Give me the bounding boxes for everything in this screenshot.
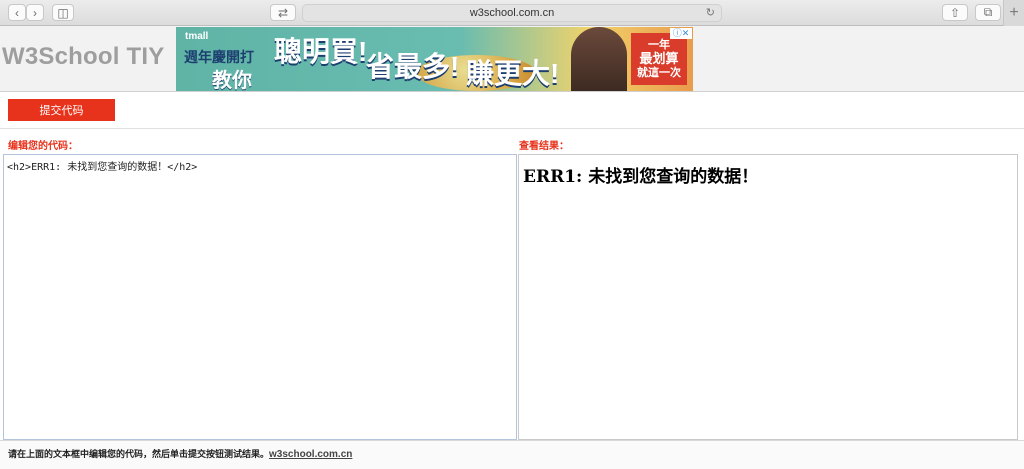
forward-icon[interactable]: › <box>26 4 44 21</box>
submit-code-button[interactable]: 提交代码 <box>8 99 115 121</box>
ad-banner[interactable]: tmall 週年慶開打 教你 聰明買! 省最多! 賺更大! 一年 最划算 就這一… <box>176 27 693 91</box>
code-editor[interactable]: <h2>ERR1: 未找到您查询的数据！</h2> <box>3 154 517 440</box>
ad-person-image <box>571 27 627 91</box>
ad-brand: tmall <box>185 31 209 42</box>
result-pane: ERR1: 未找到您查询的数据！ <box>518 154 1018 440</box>
reload-icon[interactable]: ↻ <box>706 6 715 19</box>
result-heading: ERR1: 未找到您查询的数据！ <box>523 167 759 187</box>
ad-box-line3: 就這一次 <box>637 67 681 79</box>
tabs-overview-icon[interactable]: ⧉ <box>975 4 1001 21</box>
back-icon[interactable]: ‹ <box>8 4 26 21</box>
result-label: 查看结果： <box>519 141 569 152</box>
footer-text: 请在上面的文本框中编辑您的代码，然后单击提交按钮测试结果。w3school.co… <box>8 447 352 460</box>
sidebar-icon[interactable]: ◫ <box>52 4 74 21</box>
new-tab-icon[interactable]: + <box>1003 0 1024 26</box>
ad-headline-2: 省最多! <box>366 51 460 82</box>
ad-box-line1: 一年 <box>648 39 670 51</box>
ad-headline-1: 聰明買! <box>274 36 368 67</box>
page-header: W3School TIY tmall 週年慶開打 教你 聰明買! 省最多! 賺更… <box>0 26 1024 92</box>
ad-promo-box: 一年 最划算 就這一次 <box>631 33 687 85</box>
footer-instruction: 请在上面的文本框中编辑您的代码，然后单击提交按钮测试结果。 <box>8 449 270 459</box>
ad-line2: 教你 <box>212 70 252 91</box>
footer-link[interactable]: w3school.com.cn <box>269 449 352 460</box>
share-icon[interactable]: ⇧ <box>942 4 968 21</box>
url-text: w3school.com.cn <box>469 7 555 19</box>
submit-bar: 提交代码 <box>0 92 1024 129</box>
page-footer: 请在上面的文本框中编辑您的代码，然后单击提交按钮测试结果。w3school.co… <box>0 440 1024 469</box>
address-bar[interactable]: w3school.com.cn ↻ <box>302 4 722 22</box>
ad-box-line2: 最划算 <box>639 51 679 66</box>
tab-switch-icon[interactable]: ⇄ <box>270 4 296 21</box>
browser-toolbar: ‹ › ◫ ⇄ w3school.com.cn ↻ ⇧ ⧉ + <box>0 0 1024 26</box>
ad-close-icon[interactable]: ⓘ✕ <box>670 28 692 39</box>
site-logo[interactable]: W3School TIY <box>2 43 164 71</box>
editor-label: 编辑您的代码： <box>8 141 78 152</box>
ad-headline-3: 賺更大! <box>466 58 560 89</box>
